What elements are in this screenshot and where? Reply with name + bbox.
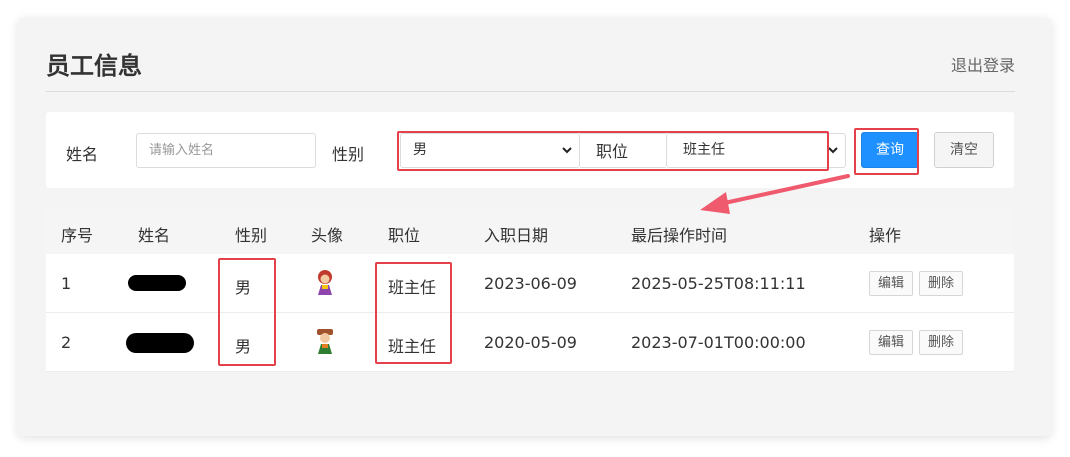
delete-button[interactable]: 删除 xyxy=(919,330,963,355)
query-button[interactable]: 查询 xyxy=(861,132,919,168)
redacted-name xyxy=(126,333,194,353)
divider xyxy=(46,91,1015,92)
avatar-icon xyxy=(313,268,337,296)
logout-link[interactable]: 退出登录 xyxy=(951,52,1015,76)
cell-index: 2 xyxy=(61,333,72,352)
edit-button[interactable]: 编辑 xyxy=(869,271,913,296)
page-title: 员工信息 xyxy=(46,52,142,80)
table-row: 2 男 班主任 2020-05-09 2023-07-01T00:00:00 编… xyxy=(46,313,1014,372)
employee-table: 序号 姓名 性别 头像 职位 入职日期 最后操作时间 操作 1 男 班主任 20 xyxy=(46,208,1014,372)
clear-button[interactable]: 清空 xyxy=(934,132,994,168)
th-actions: 操作 xyxy=(869,226,902,245)
gender-select[interactable]: 男 xyxy=(400,133,580,168)
th-gender: 性别 xyxy=(235,226,268,245)
th-name: 姓名 xyxy=(138,226,171,245)
redacted-name xyxy=(128,275,186,291)
annotation-arrow-icon xyxy=(700,174,850,214)
table-header: 序号 姓名 性别 头像 职位 入职日期 最后操作时间 操作 xyxy=(46,208,1014,254)
th-avatar: 头像 xyxy=(311,226,344,245)
cell-position: 班主任 xyxy=(388,337,437,356)
cell-last-update: 2025-05-25T08:11:11 xyxy=(631,274,806,293)
table-row: 1 男 班主任 2023-06-09 2025-05-25T08:11:11 编… xyxy=(46,254,1014,313)
cell-entry-date: 2020-05-09 xyxy=(484,333,577,352)
position-label: 职位 xyxy=(580,133,666,168)
cell-entry-date: 2023-06-09 xyxy=(484,274,577,293)
th-position: 职位 xyxy=(388,226,421,245)
cell-position: 班主任 xyxy=(388,278,437,297)
th-index: 序号 xyxy=(61,226,94,245)
chevron-down-icon xyxy=(561,134,573,180)
cell-index: 1 xyxy=(61,274,72,293)
avatar-icon xyxy=(313,327,337,355)
employee-card: 员工信息 退出登录 姓名 性别 男 职位 班主任 查询 清空 序号 姓名 性别 … xyxy=(18,18,1051,436)
name-input[interactable] xyxy=(136,133,316,168)
th-entry-date: 入职日期 xyxy=(484,226,549,245)
gender-select-value: 男 xyxy=(413,142,427,158)
cell-gender: 男 xyxy=(235,278,252,297)
position-select-value: 班主任 xyxy=(683,142,725,158)
edit-button[interactable]: 编辑 xyxy=(869,330,913,355)
gender-label: 性别 xyxy=(332,145,365,164)
search-panel: 姓名 性别 男 职位 班主任 查询 清空 xyxy=(46,112,1014,188)
position-select[interactable]: 班主任 xyxy=(666,133,846,168)
name-label: 姓名 xyxy=(66,145,99,164)
cell-last-update: 2023-07-01T00:00:00 xyxy=(631,333,806,352)
th-last-update: 最后操作时间 xyxy=(631,226,728,245)
cell-gender: 男 xyxy=(235,337,252,356)
delete-button[interactable]: 删除 xyxy=(919,271,963,296)
